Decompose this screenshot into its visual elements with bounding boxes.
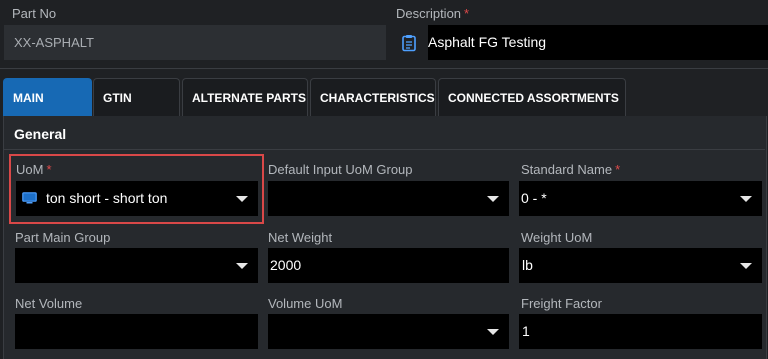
description-value: Asphalt FG Testing bbox=[428, 34, 547, 50]
description-label-text: Description bbox=[396, 6, 462, 21]
weight-uom-value: lb bbox=[522, 257, 533, 273]
default-input-uom-group-select[interactable] bbox=[268, 181, 509, 216]
net-volume-input[interactable] bbox=[15, 314, 258, 349]
uom-select[interactable]: ton short - short ton bbox=[16, 181, 258, 216]
net-weight-value: 2000 bbox=[270, 257, 302, 273]
net-weight-input[interactable]: 2000 bbox=[268, 248, 509, 283]
net-volume-label: Net Volume bbox=[15, 296, 83, 311]
part-no-field: XX-ASPHALT bbox=[4, 25, 386, 60]
required-mark: * bbox=[464, 6, 470, 21]
tab-alternate-parts[interactable]: ALTERNATE PARTS bbox=[182, 78, 308, 116]
part-no-label: Part No bbox=[12, 6, 57, 21]
description-input[interactable]: Asphalt FG Testing bbox=[428, 25, 768, 60]
tab-gtin[interactable]: GTIN bbox=[93, 78, 180, 116]
chevron-down-icon[interactable] bbox=[740, 262, 752, 269]
uom-label-text: UoM bbox=[16, 162, 44, 177]
freight-factor-value: 1 bbox=[522, 323, 530, 339]
net-weight-label: Net Weight bbox=[268, 230, 333, 245]
chevron-down-icon[interactable] bbox=[487, 195, 499, 202]
part-main-group-select[interactable] bbox=[15, 248, 258, 283]
uom-value: ton short - short ton bbox=[46, 190, 168, 206]
monitor-icon bbox=[22, 192, 37, 207]
chevron-down-icon[interactable] bbox=[487, 328, 499, 335]
standard-name-label-text: Standard Name bbox=[521, 162, 613, 177]
part-no-value: XX-ASPHALT bbox=[14, 35, 94, 50]
freight-factor-label: Freight Factor bbox=[521, 296, 602, 311]
freight-factor-input[interactable]: 1 bbox=[519, 314, 762, 349]
default-input-uom-group-label: Default Input UoM Group bbox=[268, 162, 413, 177]
section-divider bbox=[4, 149, 765, 150]
chevron-down-icon[interactable] bbox=[236, 195, 248, 202]
description-label: Description * bbox=[396, 6, 469, 21]
volume-uom-label: Volume UoM bbox=[268, 296, 343, 311]
standard-name-label: Standard Name * bbox=[521, 162, 620, 177]
part-main-group-label: Part Main Group bbox=[15, 230, 111, 245]
uom-label: UoM * bbox=[16, 162, 52, 177]
volume-uom-select[interactable] bbox=[268, 314, 509, 349]
tab-connected-assortments[interactable]: CONNECTED ASSORTMENTS bbox=[438, 78, 626, 116]
required-mark: * bbox=[46, 162, 52, 177]
standard-name-value: 0 - * bbox=[521, 190, 547, 206]
standard-name-select[interactable]: 0 - * bbox=[519, 181, 762, 216]
header-divider bbox=[0, 68, 768, 69]
clipboard-icon[interactable] bbox=[401, 34, 417, 52]
weight-uom-label: Weight UoM bbox=[521, 230, 593, 245]
tab-main[interactable]: MAIN bbox=[3, 78, 92, 116]
weight-uom-select[interactable]: lb bbox=[519, 248, 762, 283]
required-mark: * bbox=[615, 162, 621, 177]
tab-characteristics[interactable]: CHARACTERISTICS bbox=[310, 78, 436, 116]
chevron-down-icon[interactable] bbox=[740, 195, 752, 202]
chevron-down-icon[interactable] bbox=[236, 262, 248, 269]
section-title: General bbox=[14, 126, 67, 142]
